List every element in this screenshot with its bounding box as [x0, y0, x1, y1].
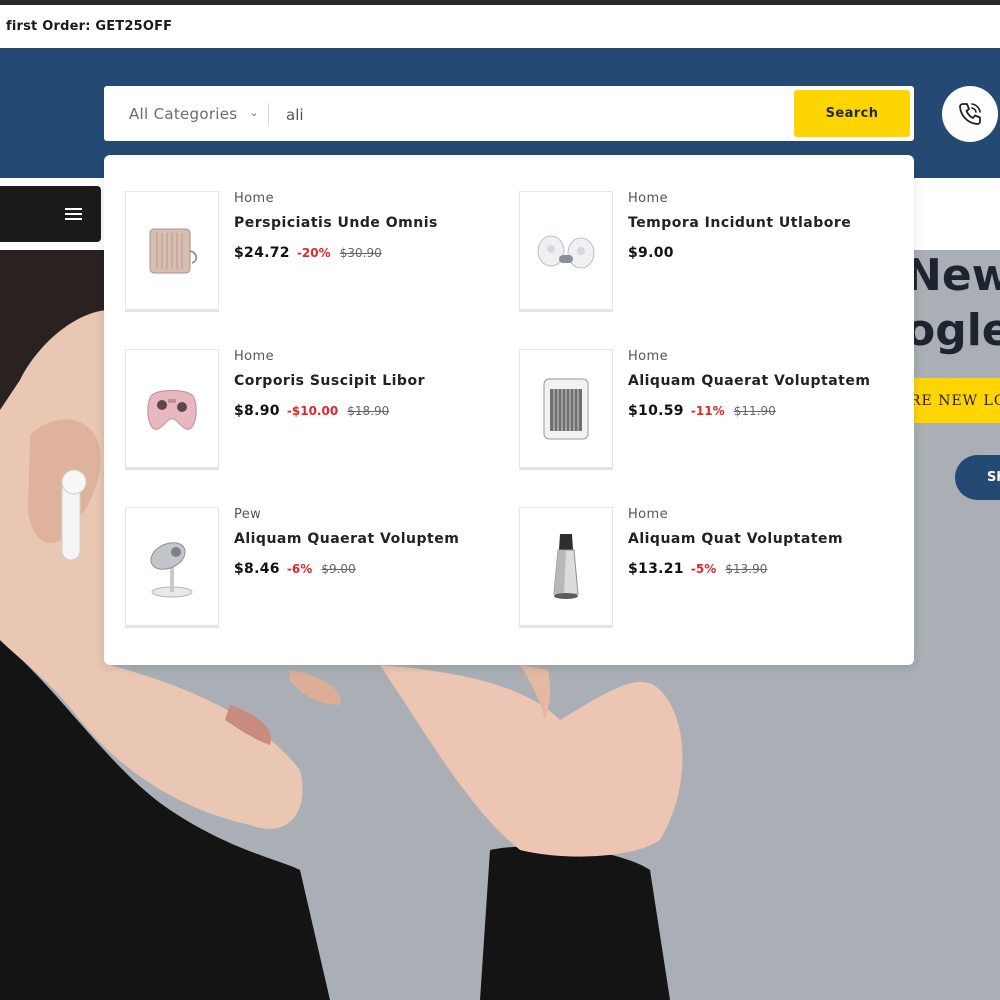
price-row: $8.90 -$10.00 $18.90	[234, 400, 389, 419]
product-name[interactable]: Tempora Incidunt Utlabore	[628, 215, 851, 231]
old-price: $11.90	[733, 404, 776, 418]
hero-title-line1: New	[905, 250, 1000, 301]
product-thumbnail	[125, 507, 219, 628]
product-category: Home	[628, 191, 668, 206]
price-row: $9.00	[628, 242, 680, 261]
price-row: $13.21 -5% $13.90	[628, 558, 767, 577]
old-price: $30.90	[339, 246, 382, 260]
air-purifier-image	[543, 378, 589, 439]
product-name[interactable]: Aliquam Quaerat Voluptem	[234, 531, 459, 547]
discount-badge: -$10.00	[286, 404, 339, 418]
earbuds-image	[537, 235, 595, 268]
menu-icon	[65, 208, 82, 220]
product-thumbnail	[519, 191, 613, 312]
phone-button[interactable]	[942, 86, 998, 142]
product-thumbnail	[125, 191, 219, 312]
old-price: $18.90	[347, 404, 390, 418]
search-divider	[268, 103, 269, 125]
product-thumbnail	[519, 349, 613, 470]
discount-badge: -11%	[690, 404, 725, 418]
search-bar: All Categories ⌄ Search	[104, 86, 914, 141]
product-name[interactable]: Perspiciatis Unde Omnis	[234, 215, 438, 231]
product-price: $13.21	[628, 561, 684, 577]
search-result-item[interactable]: Home Aliquam Quaerat Voluptatem $10.59 -…	[519, 349, 889, 474]
price-row: $24.72 -20% $30.90	[234, 242, 382, 261]
search-input[interactable]	[284, 100, 788, 129]
search-result-item[interactable]: Home Corporis Suscipit Libor $8.90 -$10.…	[125, 349, 495, 474]
search-result-item[interactable]: Pew Aliquam Quaerat Voluptem $8.46 -6% $…	[125, 507, 495, 632]
product-price: $8.46	[234, 561, 280, 577]
old-price: $9.00	[321, 562, 356, 576]
product-price: $24.72	[234, 245, 290, 261]
product-category: Home	[628, 507, 668, 522]
hero-title-line2: ogle	[905, 305, 1000, 356]
power-bank-image	[149, 228, 197, 273]
product-category: Home	[628, 349, 668, 364]
hero-shop-button[interactable]: Sh	[955, 455, 1000, 500]
search-result-item[interactable]: Home Tempora Incidunt Utlabore $9.00	[519, 191, 889, 316]
product-name[interactable]: Aliquam Quat Voluptatem	[628, 531, 843, 547]
product-category: Home	[234, 191, 274, 206]
price-row: $10.59 -11% $11.90	[628, 400, 776, 419]
discount-badge: -20%	[296, 246, 331, 260]
product-category: Pew	[234, 507, 262, 522]
product-category: Home	[234, 349, 274, 364]
discount-badge: -5%	[690, 562, 717, 576]
speaker-image	[553, 533, 579, 599]
search-result-item[interactable]: Home Aliquam Quat Voluptatem $13.21 -5% …	[519, 507, 889, 632]
chevron-down-icon: ⌄	[249, 106, 259, 119]
search-results-dropdown: Home Perspiciatis Unde Omnis $24.72 -20%…	[104, 155, 914, 665]
category-select-label: All Categories	[129, 104, 238, 123]
old-price: $13.90	[725, 562, 768, 576]
camera-mount-image	[150, 541, 193, 597]
discount-badge: -6%	[286, 562, 313, 576]
product-name[interactable]: Corporis Suscipit Libor	[234, 373, 425, 389]
product-price: $9.00	[628, 245, 674, 261]
promo-text: first Order: GET25OFF	[6, 19, 173, 34]
product-name[interactable]: Aliquam Quaerat Voluptatem	[628, 373, 870, 389]
product-thumbnail	[519, 507, 613, 628]
price-row: $8.46 -6% $9.00	[234, 558, 356, 577]
phone-icon	[959, 103, 981, 125]
category-menu-toggle[interactable]	[0, 186, 101, 242]
product-thumbnail	[125, 349, 219, 470]
search-result-item[interactable]: Home Perspiciatis Unde Omnis $24.72 -20%…	[125, 191, 495, 316]
product-price: $8.90	[234, 403, 280, 419]
product-price: $10.59	[628, 403, 684, 419]
category-select[interactable]: All Categories ⌄	[129, 86, 259, 141]
hero-tagline-text: RE NEW LO	[910, 392, 1000, 409]
search-button[interactable]: Search	[794, 90, 910, 137]
gamepad-image	[147, 389, 197, 430]
promo-bar: first Order: GET25OFF	[0, 5, 1000, 48]
